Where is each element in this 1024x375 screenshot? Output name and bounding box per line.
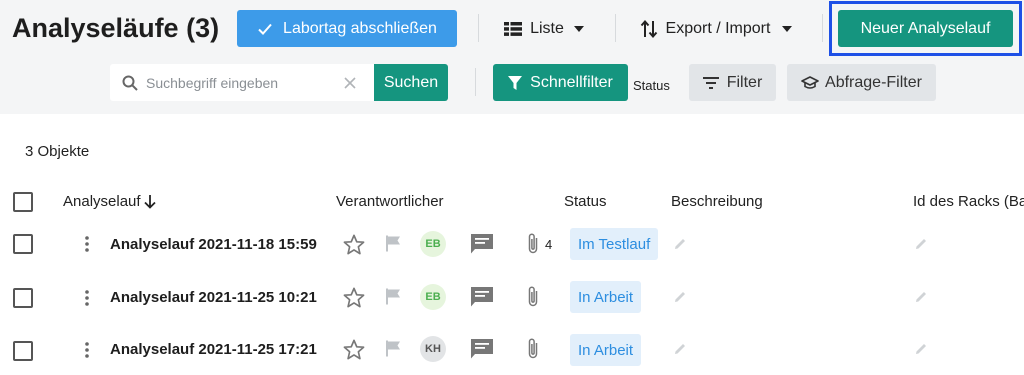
page-header: Analyseläufe (3) Labortag abschließen Li… [0,0,1024,114]
avatar[interactable]: EB [420,284,446,310]
comment-icon[interactable] [471,339,493,359]
finish-lab-day-label: Labortag abschließen [283,19,437,37]
edit-pencil-icon[interactable] [673,342,687,356]
flag-icon[interactable] [386,288,402,305]
export-import-dropdown[interactable]: Export / Import [630,10,802,47]
column-header-owner[interactable]: Verantwortlicher [336,193,444,210]
divider [475,68,476,96]
edit-pencil-icon[interactable] [914,342,928,356]
row-checkbox[interactable] [13,234,33,254]
quick-filter-button[interactable]: Schnellfilter [493,64,628,101]
row-name[interactable]: Analyselauf 2021-11-18 15:59 [110,236,317,253]
search-icon [122,75,138,91]
select-all-checkbox[interactable] [13,192,33,212]
status-badge[interactable]: In Arbeit [570,334,642,366]
star-icon[interactable] [343,339,365,360]
edit-pencil-icon[interactable] [914,237,928,251]
check-icon [258,23,272,35]
search-button[interactable]: Suchen [374,64,448,101]
list-view-label: Liste [530,19,564,37]
comment-icon[interactable] [471,234,493,254]
flag-icon[interactable] [386,235,402,252]
caret-down-icon [573,25,584,32]
column-header-description[interactable]: Beschreibung [671,193,763,210]
more-options-icon[interactable] [85,290,89,306]
comment-icon[interactable] [471,287,493,307]
query-filter-label: Abfrage-Filter [825,73,922,91]
finish-lab-day-button[interactable]: Labortag abschließen [237,10,457,47]
paperclip-icon[interactable] [527,337,539,361]
column-header-status[interactable]: Status [564,193,607,210]
quick-filter-label: Schnellfilter [530,73,613,91]
search-input[interactable] [146,64,336,101]
query-filter-button[interactable]: Abfrage-Filter [787,64,936,101]
column-header-rack-id[interactable]: Id des Racks (Ba [913,193,1024,210]
status-filter-label[interactable]: Status [633,78,670,93]
flag-icon[interactable] [386,340,402,357]
row-name[interactable]: Analyselauf 2021-11-25 17:21 [110,341,317,358]
status-badge[interactable]: Im Testlauf [570,228,659,260]
search-button-label: Suchen [383,73,439,91]
edit-pencil-icon[interactable] [673,237,687,251]
row-checkbox[interactable] [13,341,33,361]
sort-desc-arrow-icon [143,194,156,209]
export-import-label: Export / Import [665,19,771,37]
paperclip-icon[interactable] [527,285,539,309]
graduation-cap-icon [801,75,819,89]
edit-pencil-icon[interactable] [673,290,687,304]
filter-lines-icon [702,76,719,89]
funnel-icon [508,75,523,90]
status-badge[interactable]: In Arbeit [570,281,642,313]
caret-down-icon [782,25,793,32]
search-box [110,64,374,101]
attachment-count: 4 [545,237,553,252]
more-options-icon[interactable] [85,236,89,252]
filter-label: Filter [726,73,763,91]
object-count: 3 Objekte [25,143,90,160]
avatar[interactable]: EB [420,231,446,257]
highlight-frame [829,1,1022,56]
clear-icon[interactable] [344,77,356,89]
avatar[interactable]: KH [420,336,446,362]
paperclip-icon[interactable] [527,232,539,256]
list-icon [504,21,523,36]
filter-button[interactable]: Filter [689,64,776,101]
column-header-run-label: Analyselauf [63,193,141,210]
divider [478,14,479,42]
page-title: Analyseläufe (3) [12,13,220,43]
list-view-dropdown[interactable]: Liste [494,10,594,47]
sort-arrows-icon [640,19,657,38]
divider [822,14,823,42]
divider [615,14,616,42]
row-name[interactable]: Analyselauf 2021-11-25 10:21 [110,289,317,306]
column-header-run[interactable]: Analyselauf [63,193,156,210]
star-icon[interactable] [343,287,365,308]
edit-pencil-icon[interactable] [914,290,928,304]
more-options-icon[interactable] [85,342,89,358]
star-icon[interactable] [343,234,365,255]
row-checkbox[interactable] [13,288,33,308]
